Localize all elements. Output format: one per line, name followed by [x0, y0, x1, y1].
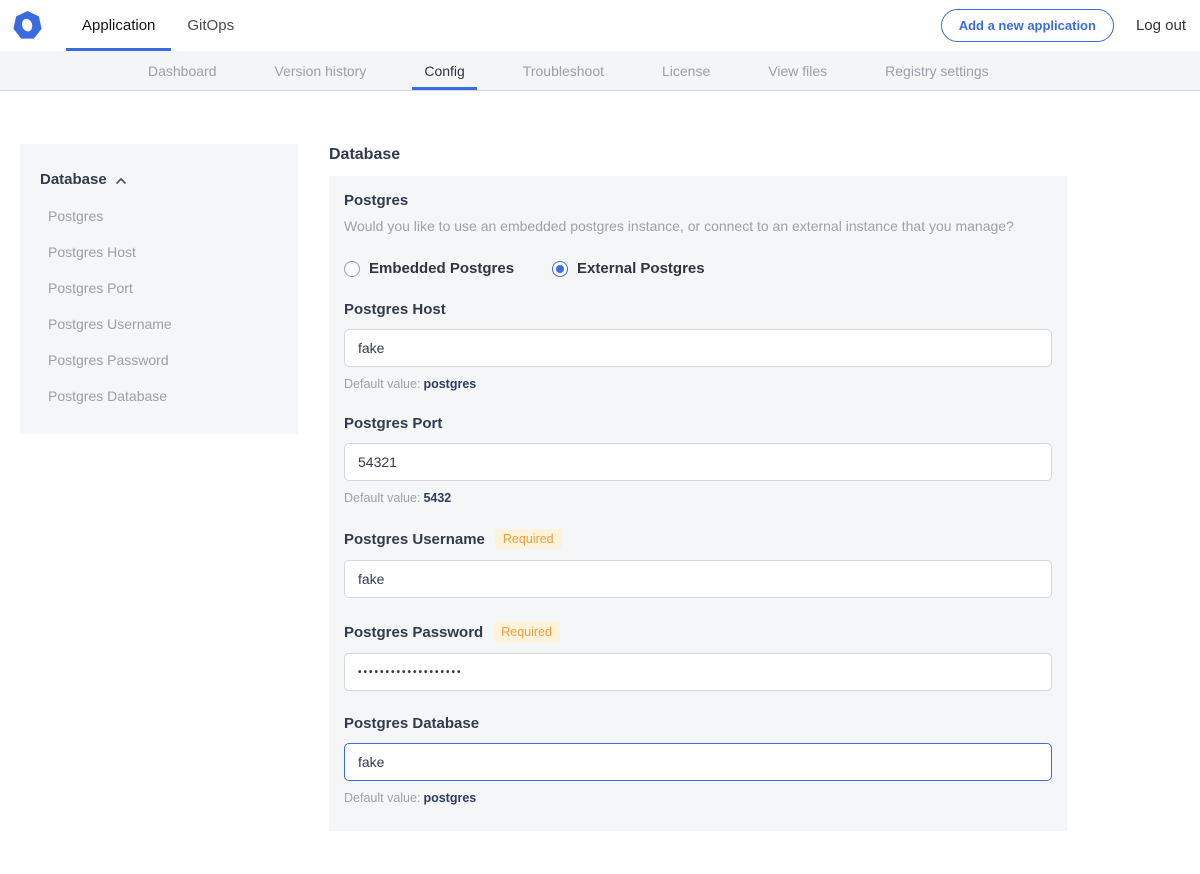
- default-value-text: postgres: [423, 791, 476, 805]
- tab-application[interactable]: Application: [66, 0, 171, 51]
- chevron-up-icon: [115, 172, 127, 189]
- radio-embedded-postgres[interactable]: Embedded Postgres: [344, 260, 514, 277]
- field-postgres-database: Postgres Database Required Default value…: [344, 715, 1052, 805]
- logout-button[interactable]: Log out: [1136, 17, 1186, 34]
- radio-circle-unchecked[interactable]: [344, 261, 360, 277]
- page-title: Database: [329, 146, 1067, 164]
- field-postgres-password: Postgres Password Required: [344, 622, 1052, 691]
- postgres-port-input[interactable]: [344, 443, 1052, 481]
- field-postgres-host: Postgres Host Required Default value:pos…: [344, 301, 1052, 391]
- default-value-text: 5432: [423, 491, 451, 505]
- field-label: Postgres Username: [344, 531, 485, 548]
- field-postgres-port: Postgres Port Required Default value:543…: [344, 415, 1052, 505]
- postgres-mode-radios: Embedded Postgres External Postgres: [344, 260, 1052, 277]
- sidebar-item-postgres-password[interactable]: Postgres Password: [40, 342, 278, 378]
- add-new-application-button[interactable]: Add a new application: [941, 9, 1114, 42]
- default-value-label: Default value:: [344, 491, 420, 505]
- sidebar-item-postgres-database[interactable]: Postgres Database: [40, 378, 278, 414]
- radio-circle-checked[interactable]: [552, 261, 568, 277]
- postgres-username-input[interactable]: [344, 560, 1052, 598]
- default-value-label: Default value:: [344, 377, 420, 391]
- content-layout: Database Postgres Postgres Host Postgres…: [0, 144, 1200, 874]
- tab-config[interactable]: Config: [412, 51, 476, 90]
- tab-version-history[interactable]: Version history: [263, 51, 379, 90]
- subnav-tabs: Dashboard Version history Config Trouble…: [136, 51, 1001, 90]
- app-subnav: Dashboard Version history Config Trouble…: [0, 51, 1200, 91]
- tab-view-files[interactable]: View files: [756, 51, 839, 90]
- required-badge: Required: [493, 622, 560, 642]
- default-value-note: Default value:postgres: [344, 791, 1052, 805]
- config-sidebar: Database Postgres Postgres Host Postgres…: [20, 144, 298, 434]
- radio-external-postgres[interactable]: External Postgres: [552, 260, 705, 277]
- radio-label: Embedded Postgres: [369, 260, 514, 277]
- group-label: Postgres: [344, 192, 1052, 209]
- group-help-text: Would you like to use an embedded postgr…: [344, 217, 1052, 236]
- postgres-database-input[interactable]: [344, 743, 1052, 781]
- field-label: Postgres Port: [344, 415, 442, 432]
- field-label: Postgres Password: [344, 624, 483, 641]
- tab-license[interactable]: License: [650, 51, 722, 90]
- sidebar-group-database[interactable]: Database: [40, 170, 278, 189]
- sidebar-item-postgres[interactable]: Postgres: [40, 198, 278, 234]
- default-value-note: Default value:postgres: [344, 377, 1052, 391]
- tab-gitops[interactable]: GitOps: [171, 0, 250, 51]
- postgres-host-input[interactable]: [344, 329, 1052, 367]
- default-value-text: postgres: [423, 377, 476, 391]
- header-actions: Add a new application Log out: [941, 9, 1200, 42]
- field-postgres-username: Postgres Username Required: [344, 529, 1052, 598]
- tab-registry-settings[interactable]: Registry settings: [873, 51, 1000, 90]
- app-logo-icon: [12, 10, 43, 41]
- field-label: Postgres Host: [344, 301, 446, 318]
- header-tabs: Application GitOps: [66, 0, 250, 51]
- tab-troubleshoot[interactable]: Troubleshoot: [511, 51, 616, 90]
- top-header: Application GitOps Add a new application…: [0, 0, 1200, 51]
- app-logo[interactable]: [0, 10, 54, 41]
- field-label: Postgres Database: [344, 715, 479, 732]
- sidebar-item-postgres-host[interactable]: Postgres Host: [40, 234, 278, 270]
- sidebar-item-postgres-username[interactable]: Postgres Username: [40, 306, 278, 342]
- default-value-label: Default value:: [344, 791, 420, 805]
- required-badge: Required: [495, 529, 562, 549]
- radio-label: External Postgres: [577, 260, 705, 277]
- postgres-password-input[interactable]: [344, 653, 1052, 691]
- default-value-note: Default value:5432: [344, 491, 1052, 505]
- tab-dashboard[interactable]: Dashboard: [136, 51, 229, 90]
- config-group-card: Postgres Would you like to use an embedd…: [329, 176, 1067, 831]
- sidebar-item-postgres-port[interactable]: Postgres Port: [40, 270, 278, 306]
- sidebar-group-label: Database: [40, 171, 107, 188]
- config-main: Database Postgres Would you like to use …: [329, 144, 1067, 874]
